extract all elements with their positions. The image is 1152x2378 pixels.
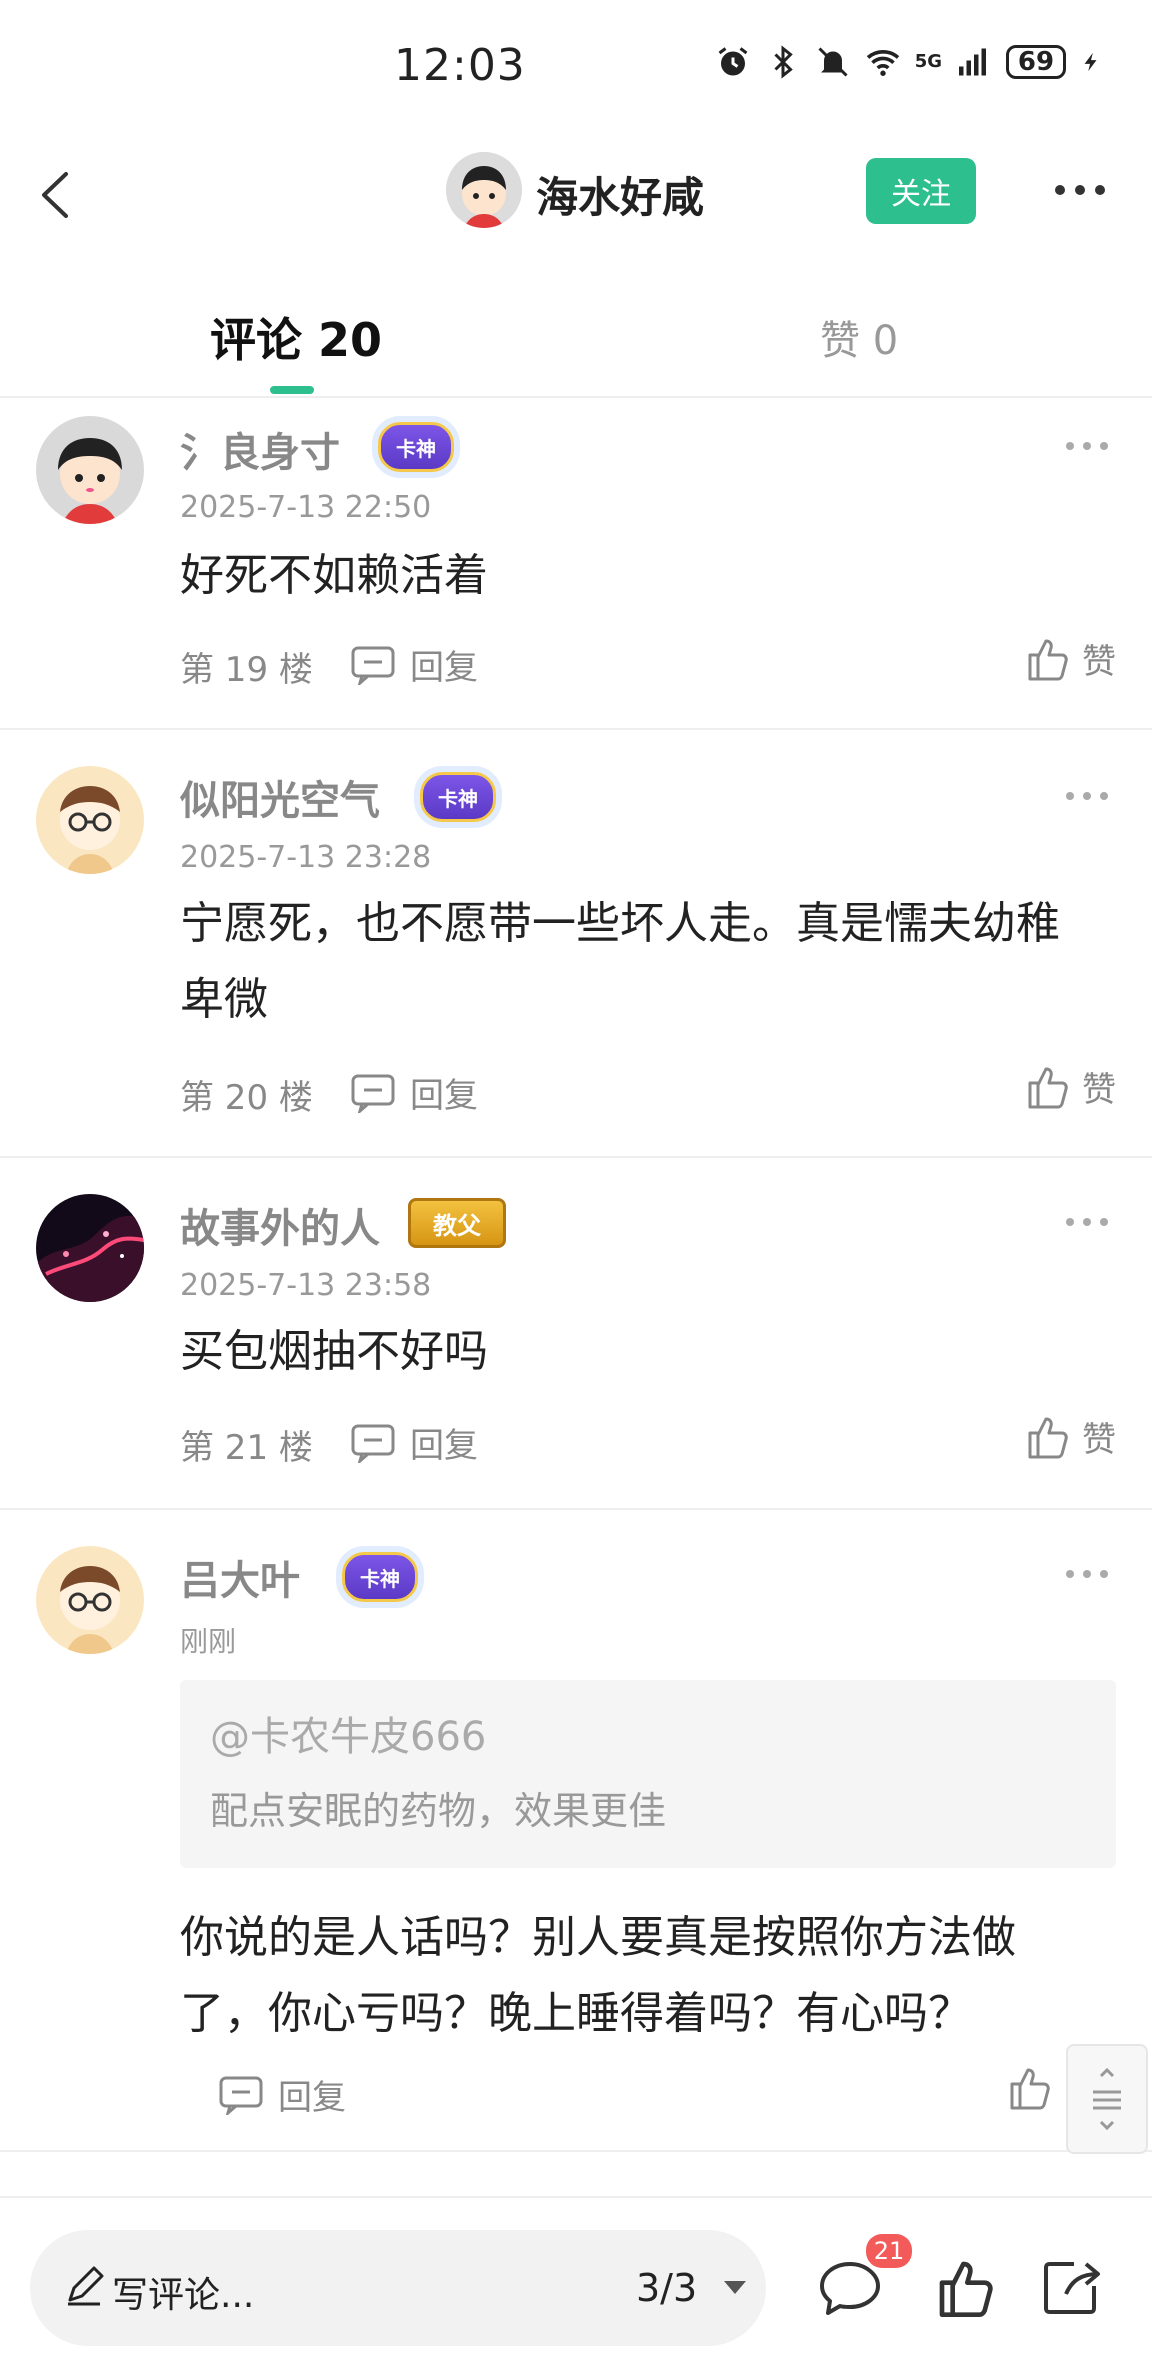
write-comment-input[interactable]: 写评论... 3/3 [30, 2230, 766, 2346]
status-bar: 12:03 5G 69 [0, 0, 1152, 130]
wifi-icon [866, 50, 899, 76]
author-avatar[interactable] [446, 152, 522, 228]
comment-more-icon[interactable] [1062, 786, 1112, 806]
header: 海水好咸 关注 [0, 140, 1152, 250]
scroll-handle[interactable] [1066, 2044, 1148, 2154]
status-time: 12:03 [394, 40, 526, 91]
mute-icon [818, 47, 848, 77]
reply-button[interactable]: 回复 [350, 1418, 478, 1467]
commenter-name[interactable]: 吕大叶 [180, 1548, 300, 1606]
signal-icon [959, 48, 986, 76]
network-type: 5G [914, 51, 942, 72]
like-button[interactable]: 赞 [1024, 634, 1116, 683]
comment-text: 宁愿死，也不愿带一些坏人走。真是懦夫幼稚卑微 [180, 898, 1060, 1025]
reply-button[interactable]: 回复 [350, 1068, 478, 1117]
commenter-avatar[interactable] [36, 766, 144, 874]
charging-icon [1084, 52, 1097, 72]
reply-label: 回复 [410, 648, 478, 688]
reply-icon [351, 1074, 395, 1113]
write-comment-label: 写评论... [112, 2275, 255, 2316]
user-badge: 教父 [408, 1198, 506, 1248]
comment-icon[interactable] [818, 2258, 882, 2318]
alarm-icon [718, 47, 748, 76]
quoted-comment[interactable]: @卡农牛皮666 配点安眠的药物，效果更佳 [180, 1680, 1116, 1868]
like-label: 赞 [1082, 1070, 1116, 1110]
user-badge: 卡神 [342, 1552, 418, 1602]
commenter-name[interactable]: 氵良身寸 [180, 420, 340, 478]
comment-text: 买包烟抽不好吗 [180, 1326, 488, 1377]
quoted-text: 配点安眠的药物，效果更佳 [210, 1789, 667, 1833]
thumbs-up-icon [1028, 639, 1068, 680]
page-indicator[interactable]: 3/3 [636, 2266, 697, 2310]
floor-number: 第 19 楼 [180, 650, 313, 690]
like-button[interactable]: 赞 [1024, 1412, 1116, 1461]
floor-number: 第 20 楼 [180, 1078, 313, 1118]
comment-more-icon[interactable] [1062, 1564, 1112, 1584]
tab-likes[interactable]: 赞 0 [820, 308, 898, 366]
reply-label: 回复 [278, 2078, 346, 2118]
battery-level: 69 [1017, 47, 1055, 77]
commenter-avatar[interactable] [36, 1194, 144, 1302]
status-icons: 5G 69 [715, 44, 1102, 80]
reply-label: 回复 [410, 1426, 478, 1466]
comment-item: 吕大叶 卡神 刚刚 @卡农牛皮666 配点安眠的药物，效果更佳 你说的是人话吗？… [0, 1510, 1152, 2152]
comment-time: 2025-7-13 23:58 [180, 1268, 432, 1303]
comment-time: 2025-7-13 22:50 [180, 490, 432, 525]
reply-button[interactable]: 回复 [350, 640, 478, 689]
scroll-handle-icon [1093, 2067, 1121, 2131]
reply-icon [351, 646, 395, 685]
like-label: 赞 [1082, 642, 1116, 682]
thumbs-up-icon [1028, 1067, 1068, 1108]
commenter-name[interactable]: 故事外的人 [180, 1196, 380, 1254]
comment-count-badge: 21 [866, 2234, 912, 2268]
bluetooth-icon [774, 45, 793, 79]
user-badge: 卡神 [420, 772, 496, 822]
reply-icon [219, 2076, 263, 2115]
like-icon[interactable] [934, 2256, 998, 2320]
comment-item: 故事外的人 教父 2025-7-13 23:58 买包烟抽不好吗 第 21 楼 … [0, 1158, 1152, 1510]
comment-more-icon[interactable] [1062, 436, 1112, 456]
reply-button[interactable]: 回复 [218, 2070, 346, 2119]
bottom-bar: 写评论... 3/3 21 [0, 2196, 1152, 2378]
follow-button[interactable]: 关注 [866, 158, 976, 224]
commenter-avatar[interactable] [36, 416, 144, 524]
quoted-user[interactable]: @卡农牛皮666 [210, 1704, 486, 1762]
comment-text: 好死不如赖活着 [180, 550, 488, 601]
tab-comments[interactable]: 评论 20 [210, 304, 382, 370]
tab-indicator [270, 386, 314, 394]
like-label: 赞 [1082, 1420, 1116, 1460]
pencil-icon [68, 2266, 104, 2306]
caret-down-icon[interactable] [720, 2272, 750, 2302]
tab-bar: 评论 20 赞 0 [0, 290, 1152, 398]
more-icon[interactable] [1050, 170, 1110, 210]
reply-label: 回复 [410, 1076, 478, 1116]
comment-time: 刚刚 [180, 1625, 237, 1658]
like-button[interactable]: 赞 [1024, 1062, 1116, 1111]
comment-item: 似阳光空气 卡神 2025-7-13 23:28 宁愿死，也不愿带一些坏人走。真… [0, 730, 1152, 1158]
comment-text: 你说的是人话吗？别人要真是按照你方法做了，你心亏吗？晚上睡得着吗？有心吗？ [180, 1912, 1016, 2039]
thumbs-up-icon [1028, 1417, 1068, 1458]
thumbs-up-icon [1010, 2068, 1050, 2110]
commenter-avatar[interactable] [36, 1546, 144, 1654]
user-badge: 卡神 [378, 422, 454, 472]
like-button[interactable] [1006, 2064, 1054, 2112]
floor-number: 第 21 楼 [180, 1428, 313, 1468]
battery-icon: 69 [1006, 45, 1066, 79]
share-icon[interactable] [1040, 2256, 1104, 2320]
comment-time: 2025-7-13 23:28 [180, 840, 432, 875]
back-icon[interactable] [22, 160, 92, 230]
reply-icon [351, 1424, 395, 1463]
comment-item: 氵良身寸 卡神 2025-7-13 22:50 好死不如赖活着 第 19 楼 回… [0, 398, 1152, 730]
commenter-name[interactable]: 似阳光空气 [180, 768, 380, 826]
author-name[interactable]: 海水好咸 [536, 164, 704, 225]
comment-more-icon[interactable] [1062, 1212, 1112, 1232]
